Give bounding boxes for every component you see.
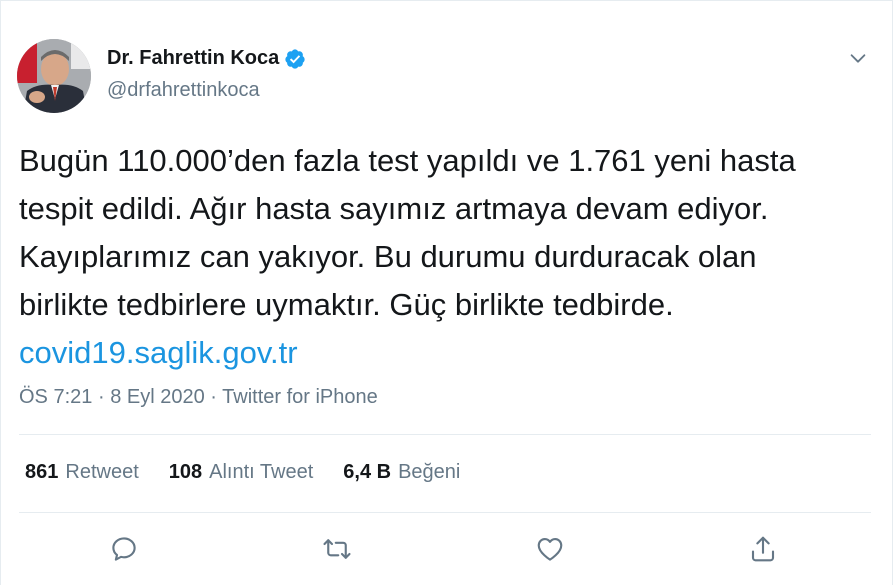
divider bbox=[19, 434, 871, 435]
likes-stat[interactable]: 6,4 B Beğeni bbox=[343, 461, 460, 484]
tweet-actions bbox=[1, 531, 894, 567]
likes-count: 6,4 B bbox=[343, 461, 392, 483]
like-button[interactable] bbox=[532, 531, 568, 567]
tweet-stats: 861 Retweet 108 Alıntı Tweet 6,4 B Beğen… bbox=[25, 461, 490, 484]
tweet-source[interactable]: Twitter for iPhone bbox=[222, 386, 378, 408]
meta-separator: · bbox=[97, 386, 105, 408]
retweet-button[interactable] bbox=[319, 531, 355, 567]
quotes-count: 108 bbox=[168, 461, 203, 483]
tweet-text-line: Bugün 110.000’den fazla test yapıldı ve … bbox=[19, 143, 796, 178]
reply-button[interactable] bbox=[106, 531, 142, 567]
chevron-down-icon[interactable] bbox=[847, 47, 869, 69]
retweets-label: Retweet bbox=[65, 461, 139, 483]
retweets-count: 861 bbox=[25, 461, 59, 483]
avatar[interactable] bbox=[17, 39, 91, 113]
verified-badge-icon bbox=[285, 48, 305, 69]
avatar-image bbox=[17, 39, 91, 113]
meta-separator: · bbox=[210, 386, 217, 408]
tweet-text: Bugün 110.000’den fazla test yapıldı ve … bbox=[19, 137, 879, 377]
likes-label: Beğeni bbox=[398, 461, 461, 483]
tweet-text-line: Kayıplarımız can yakıyor. Bu durumu durd… bbox=[19, 239, 757, 274]
divider bbox=[19, 512, 871, 513]
tweet-text-line: tespit edildi. Ağır hasta sayımız artmay… bbox=[19, 191, 769, 226]
tweet-meta: ÖS 7:21 · 8 Eyl 2020 · Twitter for iPhon… bbox=[19, 386, 378, 409]
tweet-card: Dr. Fahrettin Koca @drfahrettinkoca Bugü… bbox=[0, 0, 893, 585]
tweet-text-line: birlikte tedbirlere uymaktır. Güç birlik… bbox=[19, 287, 674, 322]
quotes-stat[interactable]: 108 Alıntı Tweet bbox=[169, 461, 314, 484]
tweet-time[interactable]: ÖS 7:21 bbox=[19, 386, 92, 408]
tweet-date[interactable]: 8 Eyl 2020 bbox=[110, 386, 205, 408]
share-button[interactable] bbox=[745, 531, 781, 567]
author-name[interactable]: Dr. Fahrettin Koca bbox=[107, 47, 279, 70]
tweet-link[interactable]: covid19.saglik.gov.tr bbox=[19, 329, 879, 377]
share-icon bbox=[751, 536, 775, 562]
retweet-icon bbox=[323, 539, 351, 559]
author-row: Dr. Fahrettin Koca bbox=[107, 47, 306, 70]
author-handle[interactable]: @drfahrettinkoca bbox=[107, 79, 260, 102]
like-icon bbox=[537, 537, 563, 561]
reply-icon bbox=[112, 537, 136, 561]
retweets-stat[interactable]: 861 Retweet bbox=[25, 461, 139, 484]
quotes-label: Alıntı Tweet bbox=[209, 461, 314, 483]
